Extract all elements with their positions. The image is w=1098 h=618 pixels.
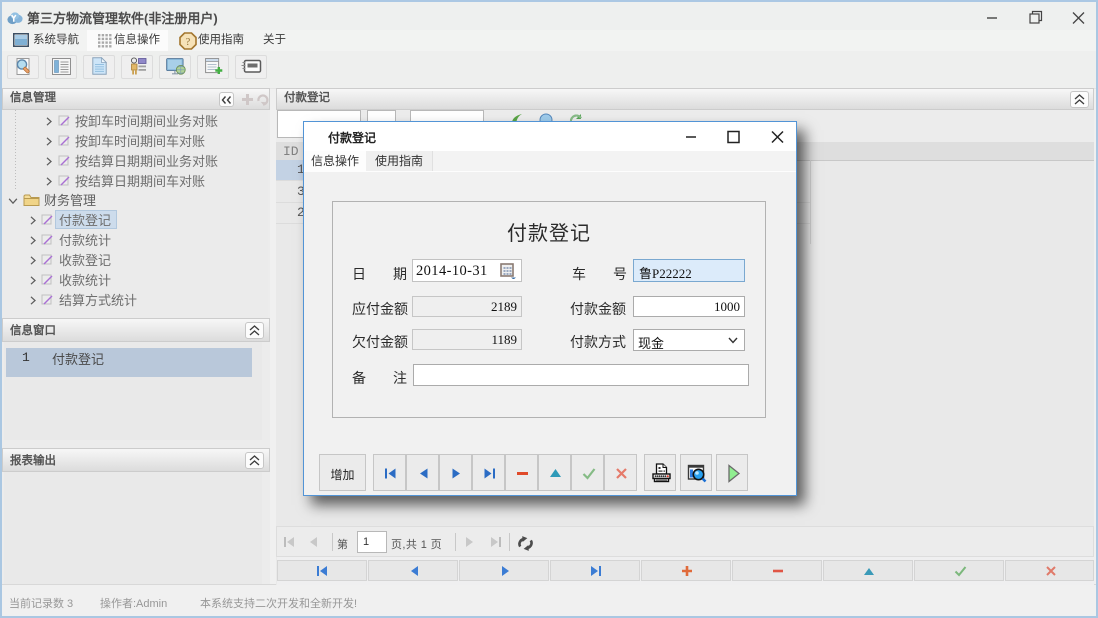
svg-text:?: ? [186, 37, 191, 48]
